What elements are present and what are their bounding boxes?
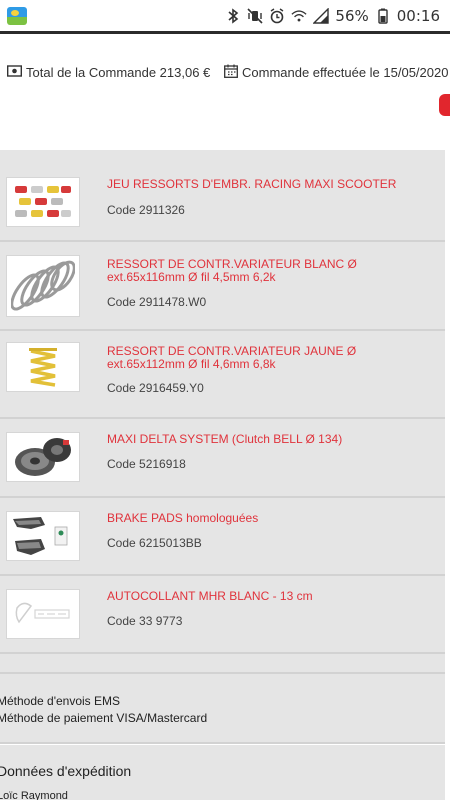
clutch-bell-image (15, 438, 71, 476)
order-total-text: Total de la Commande 213,06 € (26, 64, 211, 80)
vibrate-mute-icon (247, 7, 263, 24)
product-list: JEU RESSORTS D'EMBR. RACING MAXI SCOOTER… (0, 150, 445, 654)
shipping-name: Loïc Raymond (0, 790, 68, 800)
clutch-springs-image (15, 186, 71, 217)
product-code: Code 33 9773 (107, 614, 183, 628)
order-summary: Total de la Commande 213,06 € Commande e… (0, 62, 450, 82)
payment-method: Méthode de paiement VISA/Mastercard (0, 711, 208, 725)
product-thumbnail[interactable] (6, 255, 80, 317)
product-name[interactable]: MAXI DELTA SYSTEM (Clutch BELL Ø 134) (107, 433, 407, 446)
order-total: Total de la Commande 213,06 € (6, 62, 211, 82)
white-spring-image (11, 260, 75, 311)
app-bar-divider (0, 31, 450, 34)
list-item[interactable]: AUTOCOLLANT MHR BLANC - 13 cm Code 33 97… (0, 576, 445, 654)
product-code: Code 6215013BB (107, 536, 202, 550)
section-spacer (0, 654, 445, 672)
money-icon (6, 64, 23, 80)
order-date: Commande effectuée le 15/05/2020 (224, 62, 448, 82)
shipping-section: Données d'expédition Loïc Raymond (0, 745, 445, 800)
calendar-icon (224, 64, 238, 81)
brake-pads-image (13, 517, 68, 555)
battery-percent: 56% (335, 6, 369, 25)
product-thumbnail[interactable] (6, 432, 80, 482)
wifi-icon (291, 8, 307, 24)
bluetooth-icon (225, 7, 241, 24)
list-item[interactable]: RESSORT DE CONTR.VARIATEUR BLANC Ø ext.6… (0, 242, 445, 331)
product-thumbnail[interactable] (6, 342, 80, 392)
order-date-text: Commande effectuée le 15/05/2020 (242, 64, 449, 80)
product-code: Code 2911326 (107, 203, 185, 217)
weather-app-icon (7, 6, 27, 25)
product-code: Code 5216918 (107, 457, 186, 471)
status-icons: 56% 00:16 (225, 7, 440, 25)
list-item[interactable]: RESSORT DE CONTR.VARIATEUR JAUNE Ø ext.6… (0, 331, 445, 419)
status-bar: 56% 00:16 (0, 0, 450, 31)
shipping-title: Données d'expédition (0, 763, 132, 779)
product-name[interactable]: AUTOCOLLANT MHR BLANC - 13 cm (107, 590, 407, 603)
battery-icon (375, 8, 391, 24)
product-name[interactable]: BRAKE PADS homologuées (107, 512, 407, 525)
order-methods: Méthode d'envois EMS Méthode de paiement… (0, 672, 445, 744)
product-name[interactable]: JEU RESSORTS D'EMBR. RACING MAXI SCOOTER (107, 178, 407, 191)
list-item[interactable]: JEU RESSORTS D'EMBR. RACING MAXI SCOOTER… (0, 150, 445, 242)
product-thumbnail[interactable] (6, 177, 80, 227)
list-item[interactable]: BRAKE PADS homologuées Code 6215013BB (0, 498, 445, 576)
product-code: Code 2916459.Y0 (107, 381, 204, 395)
signal-icon (313, 7, 330, 24)
product-name[interactable]: RESSORT DE CONTR.VARIATEUR JAUNE Ø ext.6… (107, 345, 407, 371)
product-code: Code 2911478.W0 (107, 295, 207, 309)
shipping-method: Méthode d'envois EMS (0, 694, 121, 708)
alarm-icon (269, 7, 285, 24)
side-tab-button[interactable] (439, 94, 450, 116)
list-item[interactable]: MAXI DELTA SYSTEM (Clutch BELL Ø 134) Co… (0, 419, 445, 498)
clock: 00:16 (396, 6, 440, 25)
product-thumbnail[interactable] (6, 511, 80, 561)
product-name[interactable]: RESSORT DE CONTR.VARIATEUR BLANC Ø ext.6… (107, 258, 407, 284)
yellow-spring-image (29, 348, 57, 387)
sticker-image (15, 602, 70, 624)
product-thumbnail[interactable] (6, 589, 80, 639)
